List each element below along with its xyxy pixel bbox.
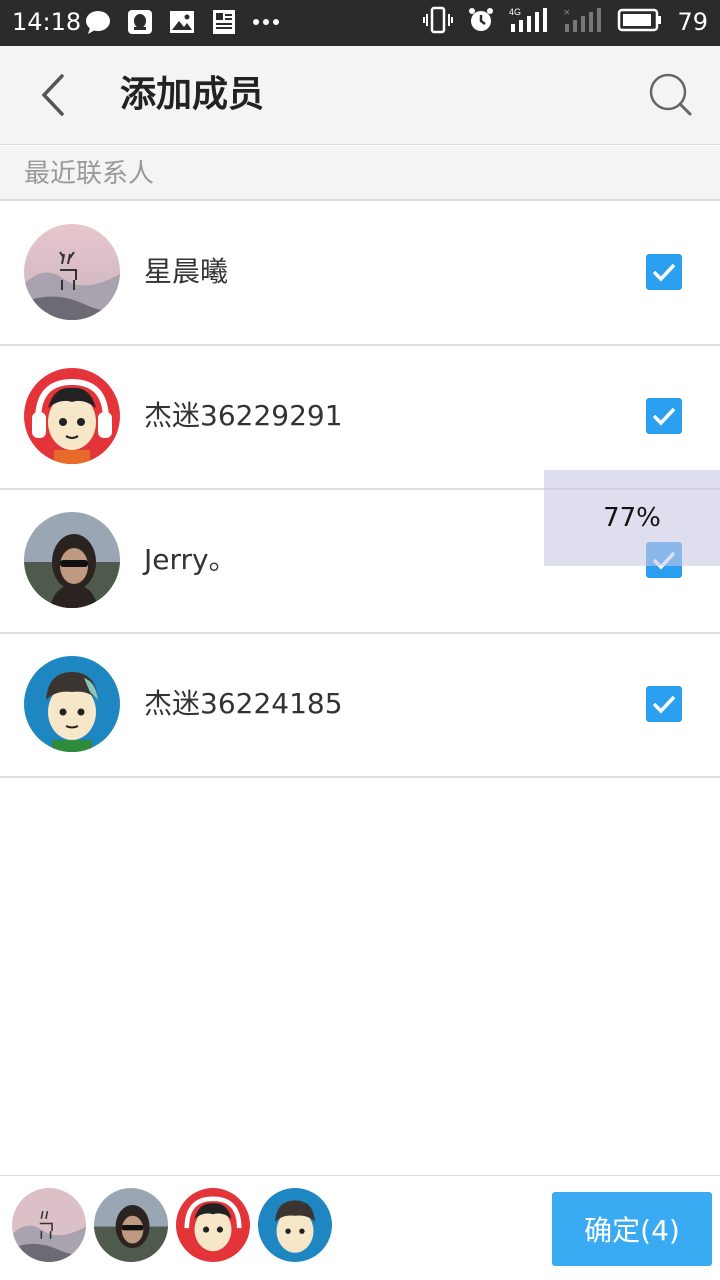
chevron-left-icon bbox=[41, 74, 64, 116]
status-right: 4G × 79 bbox=[423, 6, 708, 38]
vibrate-icon bbox=[423, 6, 454, 38]
avatar bbox=[24, 512, 120, 608]
contact-row[interactable]: 杰迷36229291 bbox=[0, 346, 720, 490]
status-bar: 14:18 4G × 79 bbox=[0, 0, 720, 46]
progress-text: 77% bbox=[603, 503, 661, 533]
page-title: 添加成员 bbox=[120, 74, 265, 115]
bottom-bar: 确定(4) bbox=[0, 1175, 720, 1280]
check-icon bbox=[652, 407, 676, 426]
battery-level: 79 bbox=[677, 8, 708, 36]
confirm-button[interactable]: 确定(4) bbox=[552, 1192, 712, 1266]
selected-avatars bbox=[12, 1188, 332, 1262]
section-header: 最近联系人 bbox=[0, 146, 720, 201]
check-icon bbox=[652, 263, 676, 282]
signal-2-icon: × bbox=[563, 6, 603, 38]
battery-icon bbox=[617, 6, 663, 38]
more-dots-icon bbox=[252, 8, 280, 36]
cartoon-boy-avatar-icon bbox=[24, 656, 120, 752]
avatar bbox=[24, 656, 120, 752]
deer-landscape-avatar-icon bbox=[24, 224, 120, 320]
avatar bbox=[24, 368, 120, 464]
contact-name: Jerry。 bbox=[144, 543, 237, 576]
deer-landscape-avatar-icon bbox=[12, 1188, 86, 1262]
contact-checkbox[interactable] bbox=[646, 254, 682, 290]
wechat-icon bbox=[84, 8, 112, 36]
alarm-icon bbox=[467, 6, 495, 38]
photo-woman-avatar-icon bbox=[24, 512, 120, 608]
search-icon bbox=[649, 73, 692, 116]
contact-name: 杰迷36229291 bbox=[144, 399, 343, 432]
contact-checkbox[interactable] bbox=[646, 686, 682, 722]
avatar bbox=[24, 224, 120, 320]
app-header: 添加成员 bbox=[0, 46, 720, 145]
selected-avatar[interactable] bbox=[176, 1188, 250, 1262]
back-button[interactable] bbox=[28, 68, 78, 122]
qq-icon bbox=[126, 8, 154, 36]
selected-avatar[interactable] bbox=[258, 1188, 332, 1262]
gallery-icon bbox=[168, 8, 196, 36]
section-title: 最近联系人 bbox=[24, 159, 155, 189]
contact-name: 星晨曦 bbox=[144, 255, 229, 288]
search-button[interactable] bbox=[644, 68, 698, 122]
contact-row[interactable]: 杰迷36224185 bbox=[0, 634, 720, 778]
contact-checkbox[interactable] bbox=[646, 398, 682, 434]
news-icon bbox=[210, 8, 238, 36]
network-label: 4G bbox=[509, 7, 521, 17]
cartoon-boy-avatar-icon bbox=[258, 1188, 332, 1262]
progress-overlay: 77% bbox=[544, 470, 720, 566]
status-time: 14:18 bbox=[12, 8, 82, 36]
contact-name: 杰迷36224185 bbox=[144, 687, 343, 720]
selected-avatar[interactable] bbox=[94, 1188, 168, 1262]
cartoon-headphones-avatar-icon bbox=[176, 1188, 250, 1262]
notification-icons bbox=[84, 8, 280, 36]
contact-row[interactable]: 星晨曦 bbox=[0, 202, 720, 346]
check-icon bbox=[652, 695, 676, 714]
svg-text:×: × bbox=[563, 8, 571, 18]
cartoon-headphones-avatar-icon bbox=[24, 368, 120, 464]
selected-avatar[interactable] bbox=[12, 1188, 86, 1262]
photo-woman-avatar-icon bbox=[94, 1188, 168, 1262]
signal-icon: 4G bbox=[509, 6, 549, 38]
